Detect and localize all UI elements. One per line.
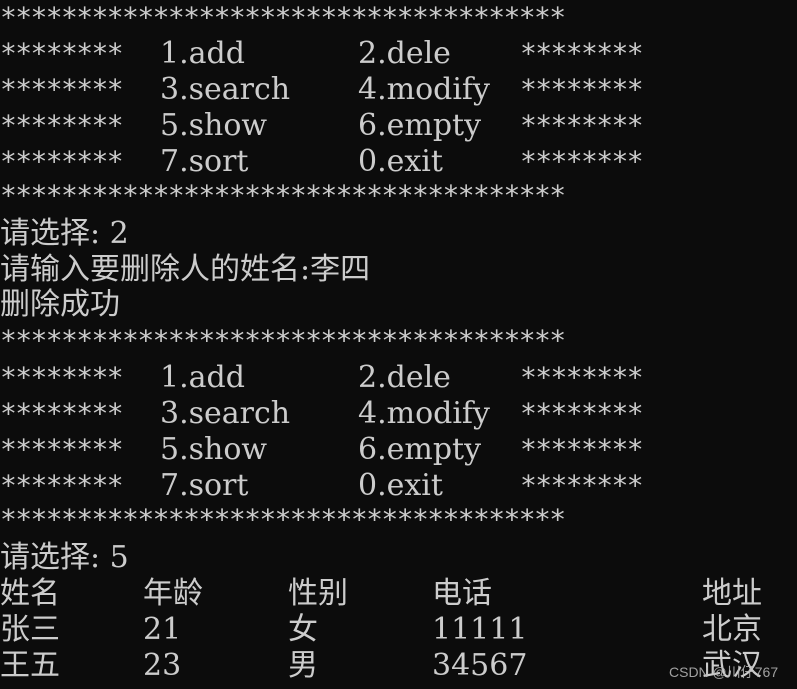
- menu-stars-right: ********: [520, 37, 644, 70]
- table-cell: 21: [143, 612, 182, 647]
- menu-option: 2.dele: [358, 360, 451, 395]
- menu-option: 0.exit: [358, 144, 443, 179]
- menu-option: 7.sort: [160, 144, 249, 179]
- table-cell: 11111: [432, 612, 528, 647]
- menu-stars-left: ********: [0, 37, 124, 70]
- menu-stars-left: ********: [0, 361, 124, 394]
- menu-stars-left: ********: [0, 109, 124, 142]
- menu-option: 2.dele: [358, 36, 451, 71]
- column-header: 姓名: [0, 576, 60, 611]
- table-cell: 王五: [0, 648, 60, 683]
- table-cell: 张三: [0, 612, 60, 647]
- menu-option: 1.add: [160, 360, 245, 395]
- menu-row: ******** 5.show 6.empty ********: [0, 108, 797, 144]
- menu-stars-right: ********: [520, 73, 644, 106]
- menu-border-top: *************************************: [0, 324, 566, 357]
- menu-stars-right: ********: [520, 397, 644, 430]
- menu-stars-left: ********: [0, 433, 124, 466]
- menu-option: 4.modify: [358, 396, 490, 431]
- menu-option: 7.sort: [160, 468, 249, 503]
- table-cell: 23: [143, 648, 182, 683]
- menu-option: 4.modify: [358, 72, 490, 107]
- menu-stars-left: ********: [0, 73, 124, 106]
- table-row: 张三 21 女 11111 北京: [0, 612, 797, 648]
- menu-stars-right: ********: [520, 361, 644, 394]
- menu-row: ******** 7.sort 0.exit ********: [0, 144, 797, 180]
- watermark: CSDN @川仔767: [669, 664, 779, 680]
- table-cell: 男: [288, 648, 318, 683]
- menu-option: 3.search: [160, 72, 291, 107]
- column-header: 年龄: [143, 576, 203, 611]
- menu-option: 6.empty: [358, 432, 482, 467]
- choice-prompt: 请选择: 2: [0, 216, 129, 251]
- console-window: ************************************* **…: [0, 0, 797, 689]
- menu-option: 6.empty: [358, 108, 482, 143]
- delete-result: 删除成功: [0, 287, 120, 322]
- menu-stars-right: ********: [520, 109, 644, 142]
- menu-option: 5.show: [160, 432, 268, 467]
- table-cell: 女: [288, 612, 318, 647]
- menu-row: ******** 3.search 4.modify ********: [0, 72, 797, 108]
- menu-border-bottom: *************************************: [0, 503, 566, 536]
- menu-stars-left: ********: [0, 469, 124, 502]
- menu-border-bottom: *************************************: [0, 179, 566, 212]
- menu-row: ******** 7.sort 0.exit ********: [0, 468, 797, 504]
- menu-stars-right: ********: [520, 145, 644, 178]
- menu-option: 0.exit: [358, 468, 443, 503]
- choice-prompt: 请选择: 5: [0, 540, 129, 575]
- menu-stars-right: ********: [520, 469, 644, 502]
- menu-row: ******** 3.search 4.modify ********: [0, 396, 797, 432]
- menu-stars-left: ********: [0, 397, 124, 430]
- menu-stars-left: ********: [0, 145, 124, 178]
- delete-name-prompt: 请输入要删除人的姓名:李四: [0, 252, 371, 287]
- table-header: 姓名 年龄 性别 电话 地址: [0, 576, 797, 612]
- table-cell: 34567: [432, 648, 528, 683]
- table-cell: 北京: [702, 612, 762, 647]
- column-header: 性别: [288, 576, 348, 611]
- menu-row: ******** 1.add 2.dele ********: [0, 360, 797, 396]
- menu-option: 3.search: [160, 396, 291, 431]
- menu-border-top: *************************************: [0, 1, 566, 34]
- menu-option: 1.add: [160, 36, 245, 71]
- menu-option: 5.show: [160, 108, 268, 143]
- menu-row: ******** 1.add 2.dele ********: [0, 36, 797, 72]
- menu-row: ******** 5.show 6.empty ********: [0, 432, 797, 468]
- column-header: 电话: [432, 576, 492, 611]
- column-header: 地址: [702, 576, 762, 611]
- menu-stars-right: ********: [520, 433, 644, 466]
